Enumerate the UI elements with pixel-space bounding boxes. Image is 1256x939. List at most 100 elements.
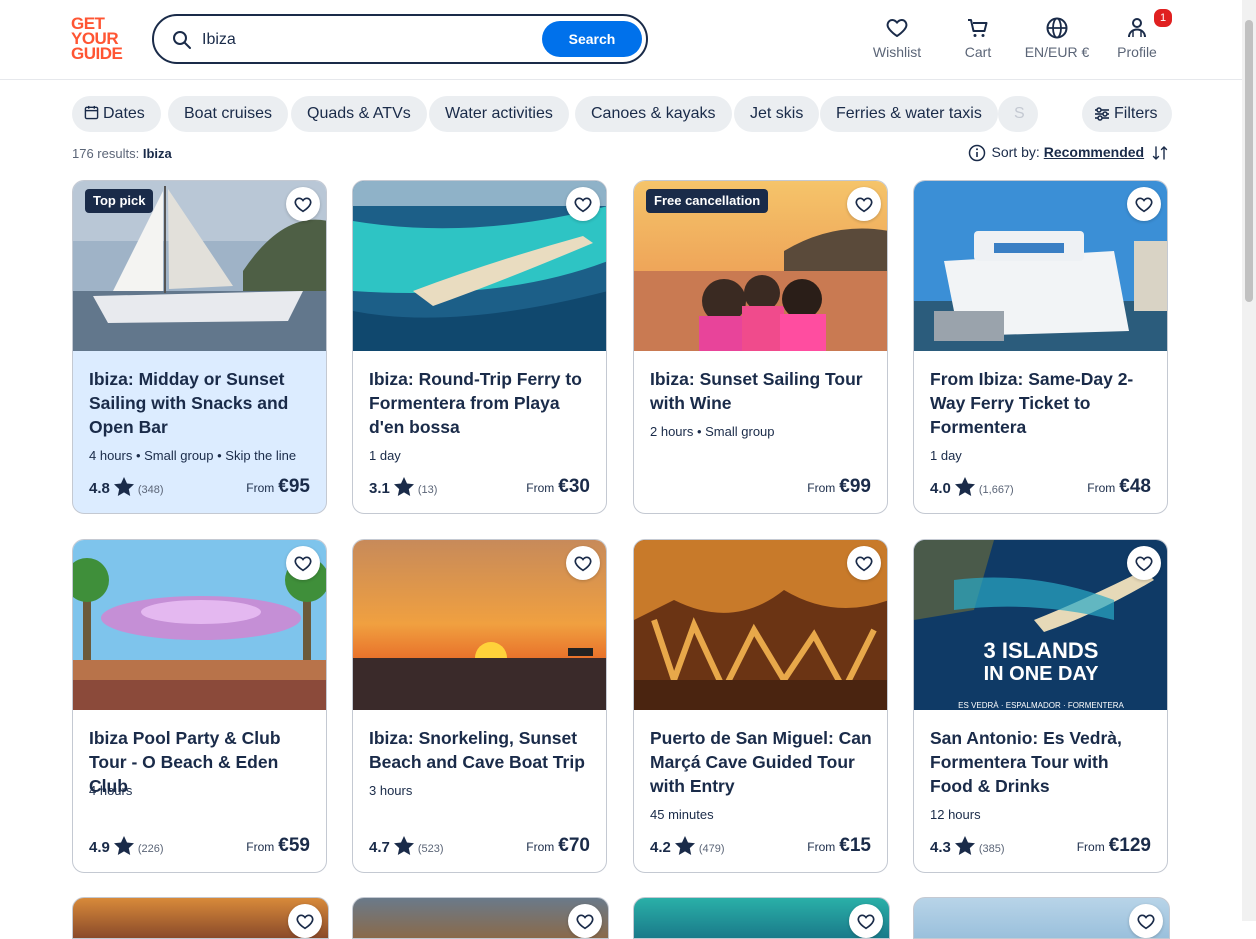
- wishlist-button[interactable]: [847, 546, 881, 580]
- wishlist-button[interactable]: [1127, 187, 1161, 221]
- activity-meta: 4 hours: [89, 783, 133, 798]
- activity-card[interactable]: Puerto de San Miguel: Can Marçá Cave Gui…: [633, 539, 888, 873]
- heart-outline-icon: [294, 556, 312, 572]
- activity-rating: 4.3 (385): [930, 836, 1005, 856]
- heart-outline-icon: [857, 914, 875, 930]
- chip-ferries-water-taxis[interactable]: Ferries & water taxis: [820, 96, 998, 132]
- wishlist-button[interactable]: [568, 904, 602, 938]
- heart-outline-icon: [576, 914, 594, 930]
- search-input[interactable]: [200, 26, 534, 54]
- activity-card[interactable]: Ibiza: Snorkeling, Sunset Beach and Cave…: [352, 539, 607, 873]
- activity-price: From €30: [526, 476, 590, 497]
- calendar-icon: [84, 105, 99, 120]
- activity-card[interactable]: Free cancellation Ibiza: Sunset Sailing …: [633, 180, 888, 514]
- activity-meta: 1 day: [930, 448, 962, 463]
- category-chips: Dates Boat cruises Quads & ATVs Water ac…: [72, 96, 1170, 132]
- star-icon: [113, 477, 134, 496]
- sort-value[interactable]: Recommended: [1044, 144, 1144, 160]
- heart-icon: [886, 19, 908, 37]
- activity-rating: 4.8 (348): [89, 477, 164, 497]
- activity-card-partial[interactable]: [352, 897, 609, 939]
- activity-price: From €59: [246, 835, 310, 856]
- chip-dates[interactable]: Dates: [72, 96, 161, 132]
- activity-price: From €99: [807, 476, 871, 497]
- activity-meta: 2 hours • Small group: [650, 424, 775, 439]
- wishlist-button[interactable]: [286, 187, 320, 221]
- top-pick-badge: Top pick: [85, 189, 154, 213]
- scrollbar-thumb[interactable]: [1245, 20, 1253, 302]
- activity-rating: 4.7 (523): [369, 836, 444, 856]
- page-scrollbar[interactable]: [1242, 0, 1256, 921]
- activity-meta: 12 hours: [930, 807, 981, 822]
- chip-water-activities[interactable]: Water activities: [429, 96, 569, 132]
- activity-price: From €70: [526, 835, 590, 856]
- overlay-line3: ES VEDRÀ · ESPALMADOR · FORMENTERA: [958, 701, 1124, 710]
- heart-outline-icon: [855, 197, 873, 213]
- activity-title[interactable]: Ibiza: Midday or Sunset Sailing with Sna…: [89, 367, 314, 439]
- heart-outline-icon: [1135, 197, 1153, 213]
- activity-title[interactable]: Puerto de San Miguel: Can Marçá Cave Gui…: [650, 726, 875, 798]
- activity-rating: 4.9 (226): [89, 836, 164, 856]
- activity-meta: 4 hours • Small group • Skip the line: [89, 448, 297, 463]
- sort-control[interactable]: Sort by: Recommended: [968, 144, 1169, 162]
- activity-price: From €95: [246, 476, 310, 497]
- activity-title[interactable]: San Antonio: Es Vedrà, Formentera Tour w…: [930, 726, 1155, 798]
- notification-badge: 1: [1152, 7, 1174, 29]
- activity-card-partial[interactable]: [72, 897, 329, 939]
- activity-title[interactable]: Ibiza: Snorkeling, Sunset Beach and Cave…: [369, 726, 594, 774]
- wishlist-button[interactable]: [1129, 904, 1163, 938]
- free-cancellation-badge: Free cancellation: [646, 189, 769, 213]
- search-icon: [173, 31, 191, 49]
- activity-card[interactable]: From Ibiza: Same-Day 2-Way Ferry Ticket …: [913, 180, 1168, 514]
- wishlist-button[interactable]: [847, 187, 881, 221]
- wishlist-button[interactable]: [849, 904, 883, 938]
- search-button[interactable]: Search: [542, 21, 642, 57]
- heart-outline-icon: [855, 556, 873, 572]
- heart-outline-icon: [1137, 914, 1155, 930]
- results-count: 176 results: Ibiza: [72, 146, 172, 161]
- activity-price: From €48: [1087, 476, 1151, 497]
- heart-outline-icon: [296, 914, 314, 930]
- cart-icon: [968, 19, 988, 37]
- activity-title[interactable]: From Ibiza: Same-Day 2-Way Ferry Ticket …: [930, 367, 1155, 439]
- activity-card[interactable]: Top pick Ibiza: Midday or Sunset Sailing…: [72, 180, 327, 514]
- activity-title[interactable]: Ibiza: Sunset Sailing Tour with Wine: [650, 367, 875, 415]
- heart-outline-icon: [1135, 556, 1153, 572]
- chip-quads-atvs[interactable]: Quads & ATVs: [291, 96, 427, 132]
- locale-selector[interactable]: EN/EUR €: [1022, 16, 1092, 60]
- getyourguide-logo[interactable]: GET YOUR GUIDE: [71, 15, 131, 62]
- wishlist-button[interactable]: [288, 904, 322, 938]
- activity-rating: 4.2 (479): [650, 836, 725, 856]
- overlay-line2: IN ONE DAY: [984, 663, 1100, 685]
- chip-canoes-kayaks[interactable]: Canoes & kayaks: [575, 96, 732, 132]
- wishlist-link[interactable]: Wishlist: [872, 16, 922, 60]
- top-header: GET YOUR GUIDE Search Wishlist Cart EN/E…: [0, 0, 1256, 80]
- wishlist-button[interactable]: [286, 546, 320, 580]
- wishlist-button[interactable]: [1127, 546, 1161, 580]
- profile-link[interactable]: 1 Profile: [1116, 7, 1174, 60]
- cart-link[interactable]: Cart: [958, 16, 998, 60]
- activity-meta: 45 minutes: [650, 807, 714, 822]
- activity-card[interactable]: Ibiza: Round-Trip Ferry to Formentera fr…: [352, 180, 607, 514]
- activity-card[interactable]: Ibiza Pool Party & Club Tour - O Beach &…: [72, 539, 327, 873]
- filters-button[interactable]: Filters: [1082, 96, 1172, 132]
- search-bar: Search: [152, 14, 648, 64]
- activity-rating: 4.0 (1,667): [930, 477, 1014, 497]
- globe-icon: [1046, 17, 1068, 39]
- activity-meta: 1 day: [369, 448, 401, 463]
- activity-card-partial[interactable]: [913, 897, 1170, 939]
- info-icon: [968, 145, 985, 162]
- activity-meta: 3 hours: [369, 783, 413, 798]
- chip-boat-cruises[interactable]: Boat cruises: [168, 96, 289, 132]
- chip-jet-skis[interactable]: Jet skis: [734, 96, 820, 132]
- activity-title[interactable]: Ibiza: Round-Trip Ferry to Formentera fr…: [369, 367, 594, 439]
- activity-card[interactable]: 3 ISLANDS IN ONE DAY ES VEDRÀ · ESPALMAD…: [913, 539, 1168, 873]
- star-icon: [113, 836, 134, 855]
- wishlist-button[interactable]: [566, 187, 600, 221]
- star-icon: [393, 477, 414, 496]
- activity-price: From €129: [1076, 835, 1151, 856]
- wishlist-button[interactable]: [566, 546, 600, 580]
- chip-partial[interactable]: S: [998, 96, 1038, 132]
- activity-price: From €15: [807, 835, 871, 856]
- activity-card-partial[interactable]: [633, 897, 890, 939]
